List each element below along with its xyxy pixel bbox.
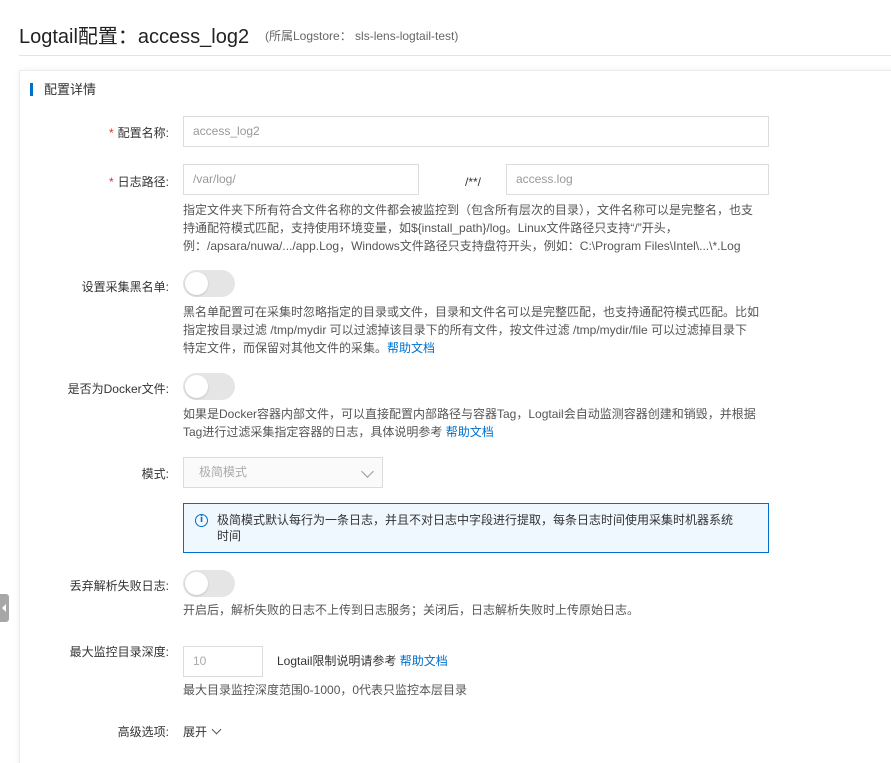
blacklist-help-2: 指定按目录过滤 /tmp/mydir 可以过滤掉该目录下的所有文件，按文件过滤 … [183, 323, 748, 337]
toggle-knob [185, 572, 208, 595]
mode-label: 模式: [141, 467, 169, 481]
required-mark: * [108, 175, 114, 189]
log-path-label: * 日志路径: [108, 175, 169, 189]
docker-label: 是否为Docker文件: [67, 382, 169, 396]
mode-info-line-1: 极简模式默认每行为一条日志，并且不对日志中字段进行提取，每条日志时间使用采集时机… [217, 513, 734, 527]
docker-toggle[interactable] [183, 373, 235, 400]
config-name-label: * 配置名称: [108, 126, 169, 140]
docker-help-2: Tag进行过滤采集指定容器的日志，具体说明参考 帮助文档 [183, 425, 494, 439]
log-path-help-2: 持通配符模式匹配，支持使用环境变量，如${install_path}/log。L… [183, 221, 678, 235]
collapse-sidebar-handle[interactable] [0, 594, 9, 622]
max-depth-input[interactable]: 10 [183, 646, 263, 677]
log-dir-input[interactable]: /var/log/ [183, 164, 419, 195]
config-panel: 配置详情 * 配置名称: access_log2 * 日志路径: /var/log/… [19, 70, 891, 763]
max-depth-help-link[interactable]: 帮助文档 [400, 654, 448, 668]
toggle-knob [185, 272, 208, 295]
docker-help-1: 如果是Docker容器内部文件，可以直接配置内部路径与容器Tag，Logtail… [183, 407, 756, 421]
page-subtitle: (所属Logstore： sls-lens-logtail-test) [265, 29, 459, 43]
section-title: 配置详情 [30, 83, 96, 96]
log-path-help-3: 例：/apsara/nuwa/.../app.Log，Windows文件路径只支… [183, 239, 741, 253]
mode-info-box: i 极简模式默认每行为一条日志，并且不对日志中字段进行提取，每条日志时间使用采集… [183, 503, 769, 553]
blacklist-help-3: 特定文件，而保留对其他文件的采集。帮助文档 [183, 341, 436, 355]
info-icon: i [195, 514, 208, 527]
toggle-knob [185, 375, 208, 398]
chevron-down-icon [361, 465, 374, 478]
docker-help-link[interactable]: 帮助文档 [446, 425, 494, 439]
advanced-expand-toggle[interactable]: 展开 [183, 723, 222, 740]
discard-failed-label: 丢弃解析失败日志: [69, 579, 169, 593]
page-header: Logtail配置：access_log2 (所属Logstore： sls-l… [19, 18, 891, 56]
log-path-help-1: 指定文件夹下所有符合文件名称的文件都会被监控到（包含所有层次的目录），文件名称可… [183, 203, 754, 217]
mode-selected: 极简模式 [199, 465, 248, 479]
blacklist-label: 设置采集黑名单: [81, 280, 169, 294]
mode-select[interactable]: 极简模式 [183, 457, 383, 488]
mode-info-line-2: 时间 [217, 529, 242, 543]
blacklist-toggle[interactable] [183, 270, 235, 297]
chevron-down-icon [211, 724, 222, 735]
advanced-label: 高级选项: [117, 725, 169, 739]
discard-failed-help: 开启后，解析失败的日志不上传到日志服务；关闭后，日志解析失败时上传原始日志。 [183, 603, 640, 617]
config-name-input[interactable]: access_log2 [183, 116, 769, 147]
log-file-input[interactable]: access.log [506, 164, 769, 195]
required-mark: * [108, 126, 114, 140]
max-depth-label: 最大监控目录深度: [69, 645, 169, 659]
max-depth-note: Logtail限制说明请参考 帮助文档 [277, 654, 448, 668]
page-title: Logtail配置：access_log2 [19, 26, 250, 48]
blacklist-help-link[interactable]: 帮助文档 [387, 341, 435, 355]
path-separator: /**/ [465, 175, 482, 189]
max-depth-help: 最大目录监控深度范围0-1000，0代表只监控本层目录 [183, 683, 468, 697]
discard-failed-toggle[interactable] [183, 570, 235, 597]
blacklist-help-1: 黑名单配置可在采集时忽略指定的目录或文件，目录和文件名可以是完整匹配，也支持通配… [183, 305, 760, 319]
